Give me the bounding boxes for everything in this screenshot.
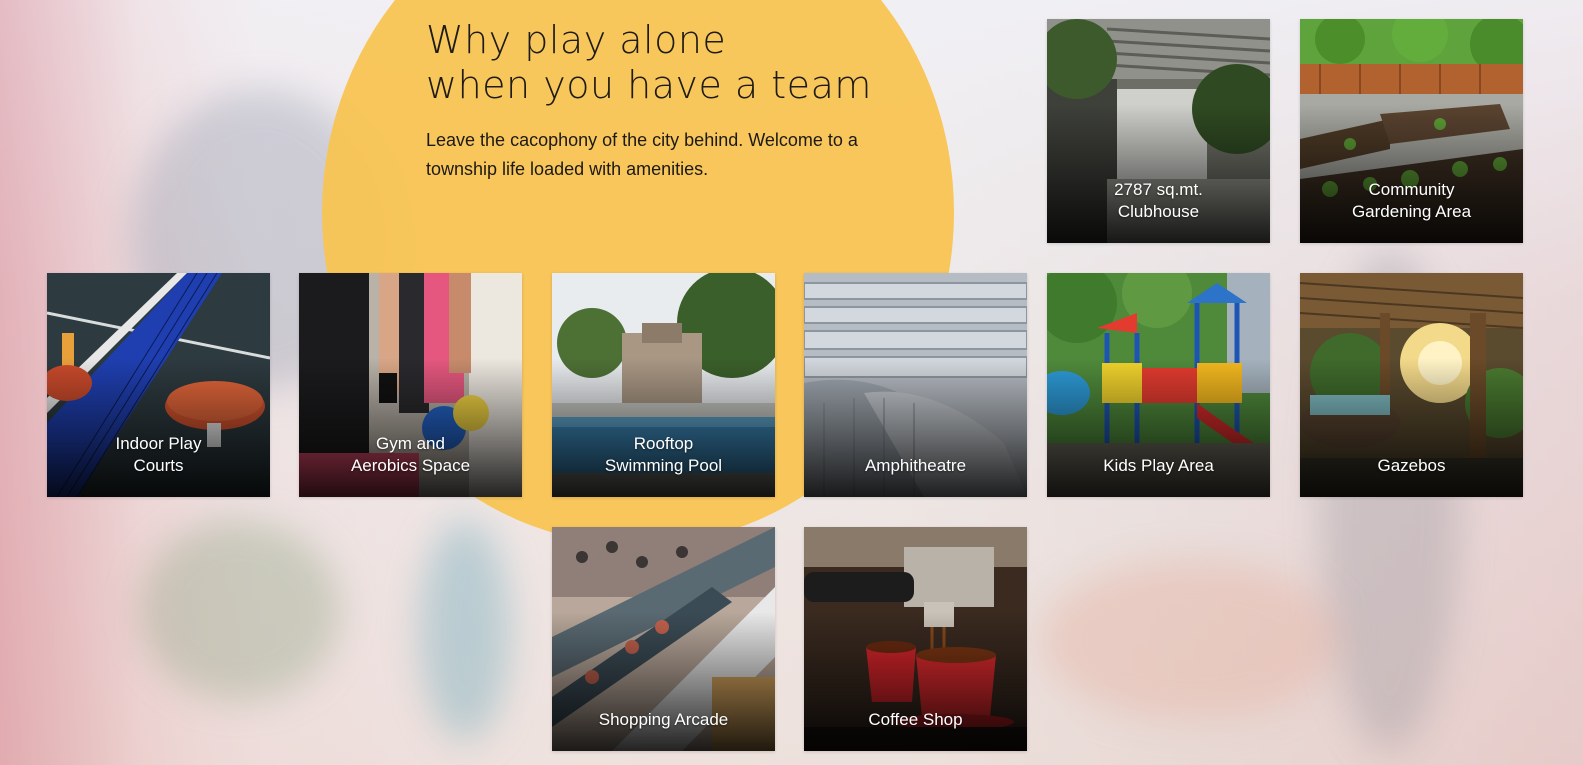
amenity-tile-coffee[interactable]: Coffee Shop: [804, 527, 1027, 751]
amenity-label: Kids Play Area: [1103, 456, 1214, 475]
amenity-tile-shopping[interactable]: Shopping Arcade: [552, 527, 775, 751]
amenity-tile-amphitheatre[interactable]: Amphitheatre: [804, 273, 1027, 497]
amenity-label: Gym and Aerobics Space: [350, 434, 471, 475]
amenity-label: Shopping Arcade: [598, 710, 729, 729]
amenity-label: Indoor Play Courts: [115, 434, 202, 475]
hero-headline-line1: Why play alone: [426, 18, 727, 62]
amenity-label: Amphitheatre: [864, 456, 967, 475]
amenity-label: Gazebos: [1377, 456, 1446, 475]
amenity-label: Rooftop Swimming Pool: [604, 434, 723, 475]
hero-intro: Leave the cacophony of the city behind. …: [426, 130, 858, 179]
amenity-tile-gazebos[interactable]: Gazebos: [1300, 273, 1523, 497]
amenity-label: Coffee Shop: [868, 710, 963, 729]
amenity-tile-kids-play[interactable]: Kids Play Area: [1047, 273, 1270, 497]
amenity-label: Community Gardening Area: [1351, 180, 1472, 221]
amenity-tile-gym[interactable]: Gym and Aerobics Space: [299, 273, 522, 497]
amenity-label: 2787 sq.mt. Clubhouse: [1114, 180, 1203, 221]
amenity-tile-pool[interactable]: Rooftop Swimming Pool: [552, 273, 775, 497]
amenity-tile-indoor-courts[interactable]: Indoor Play Courts: [47, 273, 270, 497]
amenity-tile-clubhouse[interactable]: 2787 sq.mt. Clubhouse: [1047, 19, 1270, 243]
amenity-tile-gardening[interactable]: Community Gardening Area: [1300, 19, 1523, 243]
hero-headline-line2: when you have a team: [426, 63, 872, 107]
hero-headline: Why play alone when you have a team: [426, 18, 896, 108]
